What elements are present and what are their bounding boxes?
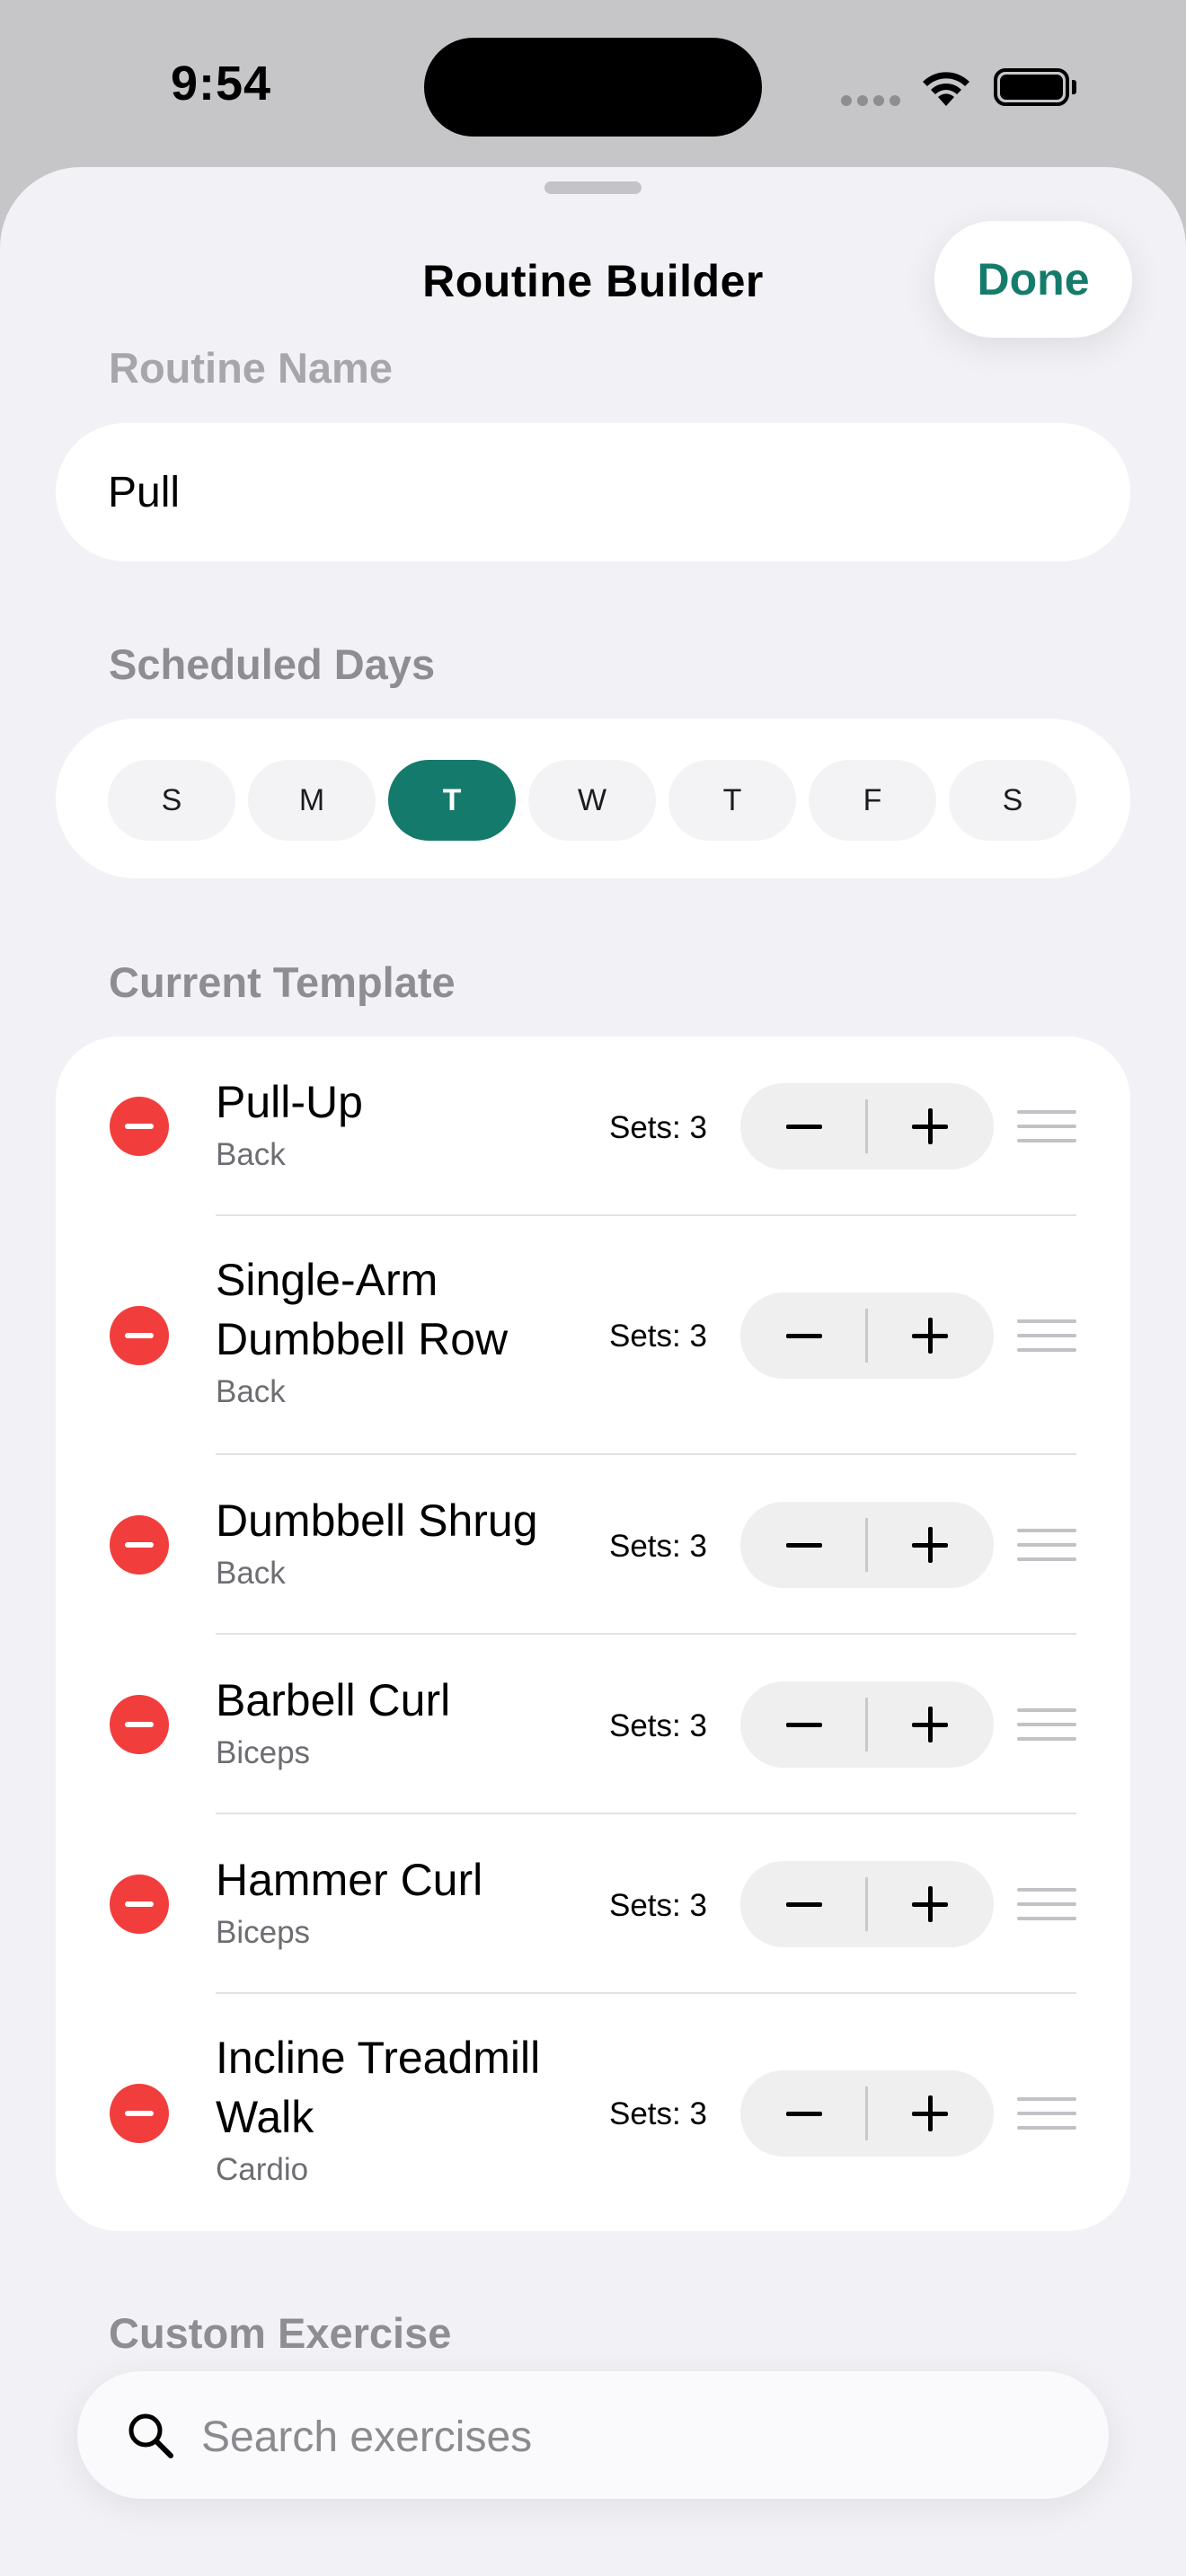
exercise-row: Pull-Up Back Sets: 3 [56, 1037, 1130, 1216]
exercise-category: Back [216, 1374, 286, 1409]
scheduled-days-picker: S M T W T F S [56, 719, 1130, 878]
exercise-name: Barbell Curl [216, 1675, 451, 1725]
increment-sets-button[interactable] [867, 1861, 994, 1947]
exercise-category: Back [216, 1556, 286, 1591]
exercise-row: Single-Arm Dumbbell Row Back Sets: 3 [56, 1216, 1130, 1455]
increment-sets-button[interactable] [867, 1502, 994, 1588]
decrement-sets-button[interactable] [740, 1861, 867, 1947]
routine-builder-sheet: Routine Builder Done Routine Name Pull S… [0, 167, 1186, 2576]
exercise-category: Biceps [216, 1915, 311, 1950]
decrement-sets-button[interactable] [740, 1502, 867, 1588]
cellular-signal-icon [841, 95, 902, 106]
sets-count: Sets: 3 [609, 1888, 707, 1923]
exercise-name: Single-Arm Dumbbell Row [216, 1255, 509, 1364]
day-toggle-friday[interactable]: F [809, 760, 936, 841]
day-toggle-sunday[interactable]: S [108, 760, 235, 841]
reorder-handle-icon[interactable] [1017, 1529, 1076, 1561]
reorder-handle-icon[interactable] [1017, 1708, 1076, 1741]
exercise-name: Incline Treadmill Walk [216, 2033, 541, 2142]
status-time: 9:54 [171, 57, 272, 110]
sets-count: Sets: 3 [609, 1110, 707, 1145]
day-toggle-wednesday[interactable]: W [528, 760, 656, 841]
search-icon [128, 2413, 173, 2458]
decrement-sets-button[interactable] [740, 1083, 867, 1169]
reorder-handle-icon[interactable] [1017, 1319, 1076, 1352]
custom-exercise-label: Custom Exercise [109, 2309, 452, 2357]
search-input[interactable]: Search exercises [77, 2371, 1109, 2499]
decrement-sets-button[interactable] [740, 1292, 867, 1379]
increment-sets-button[interactable] [867, 1083, 994, 1169]
search-placeholder: Search exercises [201, 2413, 533, 2461]
sets-stepper [740, 2070, 994, 2157]
day-toggle-tuesday[interactable]: T [388, 760, 516, 841]
increment-sets-button[interactable] [867, 2070, 994, 2157]
sets-stepper [740, 1861, 994, 1947]
sets-stepper [740, 1083, 994, 1169]
remove-exercise-button[interactable] [110, 1306, 169, 1365]
exercise-category: Back [216, 1137, 286, 1172]
status-bar: 9:54 [0, 0, 1186, 162]
reorder-handle-icon[interactable] [1017, 1888, 1076, 1920]
current-template-label: Current Template [109, 958, 456, 1006]
exercise-name: Pull-Up [216, 1077, 363, 1127]
remove-exercise-button[interactable] [110, 1515, 169, 1575]
exercise-row: Hammer Curl Biceps Sets: 3 [56, 1814, 1130, 1994]
reorder-handle-icon[interactable] [1017, 1110, 1076, 1142]
exercise-category: Biceps [216, 1735, 311, 1770]
sets-stepper [740, 1292, 994, 1379]
done-button[interactable]: Done [934, 221, 1132, 338]
battery-icon [994, 68, 1076, 106]
sets-stepper [740, 1502, 994, 1588]
exercise-name: Hammer Curl [216, 1855, 483, 1905]
exercise-row: Incline Treadmill Walk Cardio Sets: 3 [56, 1994, 1130, 2231]
day-toggle-thursday[interactable]: T [668, 760, 796, 841]
remove-exercise-button[interactable] [110, 1695, 169, 1754]
routine-name-label: Routine Name [109, 344, 393, 392]
exercise-category: Cardio [216, 2152, 309, 2187]
dynamic-island [424, 38, 762, 137]
increment-sets-button[interactable] [867, 1681, 994, 1768]
sets-count: Sets: 3 [609, 2096, 707, 2131]
wifi-icon [923, 72, 969, 106]
increment-sets-button[interactable] [867, 1292, 994, 1379]
exercise-list: Pull-Up Back Sets: 3 Single-Arm Dumbbell… [56, 1037, 1130, 2231]
remove-exercise-button[interactable] [110, 1097, 169, 1156]
sets-stepper [740, 1681, 994, 1768]
sets-count: Sets: 3 [609, 1529, 707, 1564]
reorder-handle-icon[interactable] [1017, 2097, 1076, 2130]
sheet-grabber[interactable] [544, 181, 642, 194]
sets-count: Sets: 3 [609, 1319, 707, 1354]
remove-exercise-button[interactable] [110, 1875, 169, 1934]
exercise-name: Dumbbell Shrug [216, 1495, 538, 1546]
day-toggle-saturday[interactable]: S [949, 760, 1076, 841]
decrement-sets-button[interactable] [740, 1681, 867, 1768]
routine-name-field[interactable]: Pull [56, 423, 1130, 561]
decrement-sets-button[interactable] [740, 2070, 867, 2157]
sets-count: Sets: 3 [609, 1708, 707, 1743]
day-toggle-monday[interactable]: M [248, 760, 376, 841]
scheduled-days-label: Scheduled Days [109, 640, 436, 688]
exercise-row: Dumbbell Shrug Back Sets: 3 [56, 1455, 1130, 1635]
remove-exercise-button[interactable] [110, 2084, 169, 2143]
exercise-row: Barbell Curl Biceps Sets: 3 [56, 1635, 1130, 1814]
